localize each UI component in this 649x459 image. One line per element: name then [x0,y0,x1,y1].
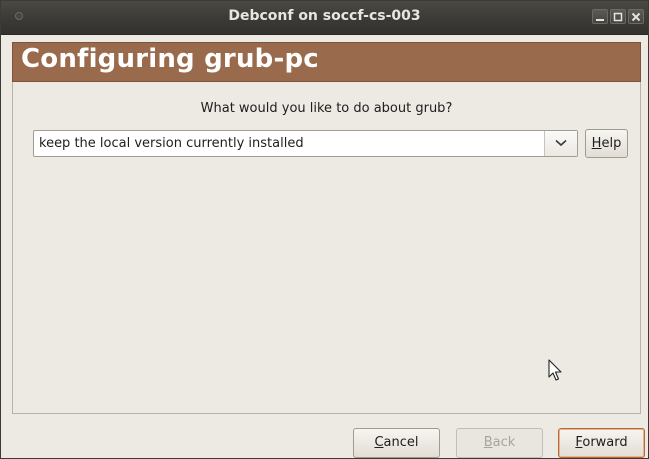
dropdown-arrow[interactable] [545,131,577,156]
minimize-button[interactable] [592,9,608,24]
help-accelerator: H [591,136,602,151]
forward-button[interactable]: Forward [558,428,645,458]
back-button[interactable]: Back [456,428,543,458]
question-label: What would you like to do about grub? [200,101,453,116]
page-header: Configuring grub-pc [12,42,641,82]
debconf-window: Debconf on soccf-cs-003 Configuring grub… [0,0,649,459]
help-button[interactable]: Help [585,129,628,158]
window-title: Debconf on soccf-cs-003 [228,8,421,24]
maximize-icon [613,12,623,22]
minimize-icon [596,19,604,21]
close-icon [631,12,641,22]
maximize-button[interactable] [610,9,626,24]
back-accelerator: B [483,435,493,450]
selected-option: keep the local version currently install… [39,136,304,151]
cancel-label: ancel [383,435,419,450]
page-title: Configuring grub-pc [21,44,319,74]
back-label: ack [492,435,516,450]
close-button[interactable] [628,9,644,24]
cancel-accelerator: C [374,435,384,450]
window-controls [592,9,644,24]
grub-action-select[interactable]: keep the local version currently install… [33,130,578,157]
forward-label: orward [582,435,628,450]
cancel-button[interactable]: Cancel [353,428,440,458]
chevron-down-icon [555,139,567,147]
window-titlebar[interactable]: Debconf on soccf-cs-003 [1,1,648,35]
mouse-pointer-icon [548,359,562,381]
help-label: elp [601,136,622,151]
